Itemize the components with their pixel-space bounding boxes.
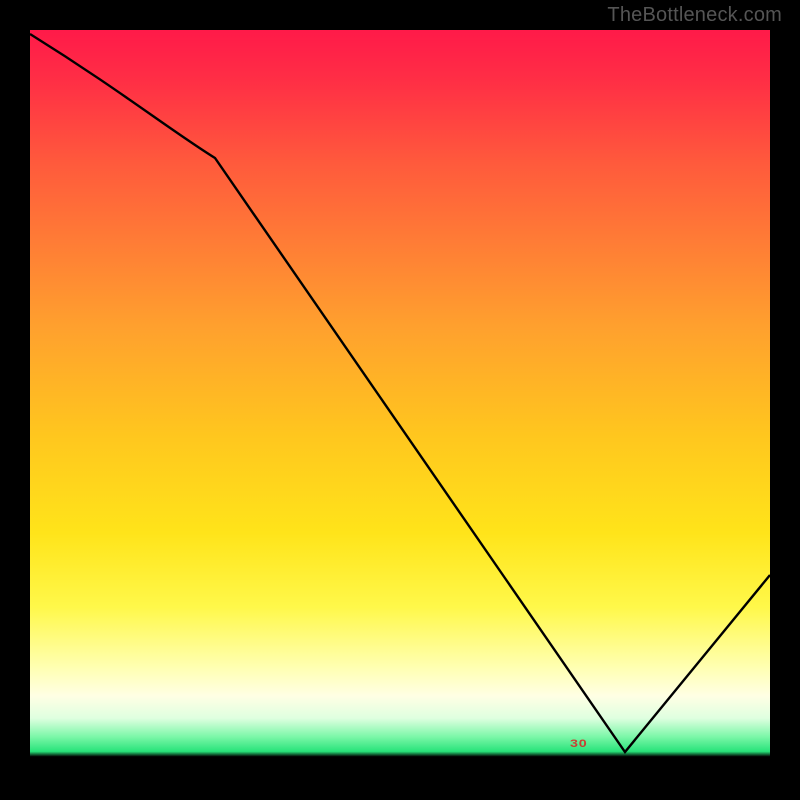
bottleneck-curve-path — [30, 34, 770, 752]
watermark-text: TheBottleneck.com — [607, 4, 782, 27]
curve-svg — [30, 30, 770, 770]
plot-area: 30 — [30, 30, 770, 770]
chart-root: TheBottleneck.com 30 — [0, 0, 800, 800]
optimum-value-label: 30 — [570, 738, 587, 750]
